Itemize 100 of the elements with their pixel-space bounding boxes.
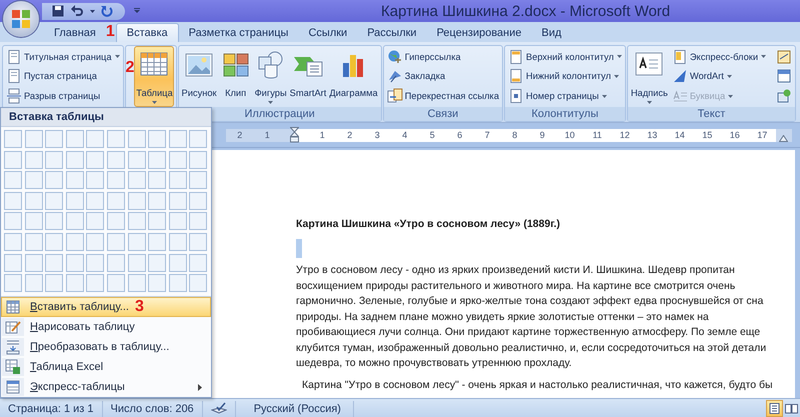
table-grid-cell[interactable] xyxy=(66,150,84,169)
menu-item[interactable]: Преобразовать в таблицу... xyxy=(1,337,211,358)
ribbon-tab[interactable]: Ссылки xyxy=(298,23,358,42)
ribbon-tab[interactable]: Главная xyxy=(44,23,106,42)
table-grid-cell[interactable] xyxy=(24,274,43,292)
table-grid-cell[interactable] xyxy=(106,232,125,251)
table-grid-cell[interactable] xyxy=(128,212,146,230)
ribbon-tab[interactable]: Разметка страницы xyxy=(178,23,298,42)
view-button[interactable] xyxy=(766,400,783,417)
table-grid-cell[interactable] xyxy=(168,274,187,292)
ribbon-button[interactable]: Верхний колонтитул xyxy=(507,47,623,66)
table-grid-cell[interactable] xyxy=(106,150,125,169)
table-grid-cell[interactable] xyxy=(4,274,22,292)
table-grid-cell[interactable] xyxy=(24,254,43,272)
table-grid-cell[interactable] xyxy=(45,130,64,148)
table-grid-cell[interactable] xyxy=(189,130,208,148)
table-grid-cell[interactable] xyxy=(128,274,146,292)
redo-button[interactable] xyxy=(99,4,115,18)
table-grid-cell[interactable] xyxy=(148,171,166,190)
table-grid-cell[interactable] xyxy=(4,254,22,272)
table-grid-cell[interactable] xyxy=(4,192,22,210)
table-grid-cell[interactable] xyxy=(189,192,208,210)
table-grid-cell[interactable] xyxy=(86,150,104,169)
table-grid-cell[interactable] xyxy=(168,232,187,251)
ribbon-button[interactable]: Нижний колонтитул xyxy=(507,66,623,86)
table-grid-cell[interactable] xyxy=(168,130,187,148)
table-grid-cell[interactable] xyxy=(45,192,64,210)
table-grid-cell[interactable] xyxy=(128,192,146,210)
table-grid-cell[interactable] xyxy=(24,212,43,230)
table-grid-cell[interactable] xyxy=(66,192,84,210)
table-grid-cell[interactable] xyxy=(24,130,43,148)
table-grid-cell[interactable] xyxy=(189,212,208,230)
ribbon-tab[interactable]: Вид xyxy=(532,23,572,42)
table-grid-cell[interactable] xyxy=(45,150,64,169)
table-grid-cell[interactable] xyxy=(4,130,22,148)
table-grid-cell[interactable] xyxy=(189,254,208,272)
table-grid-cell[interactable] xyxy=(168,171,187,190)
table-grid-cell[interactable] xyxy=(106,212,125,230)
table-grid-cell[interactable] xyxy=(168,254,187,272)
table-grid-cell[interactable] xyxy=(128,130,146,148)
table-grid-cell[interactable] xyxy=(148,254,166,272)
ribbon-button[interactable]: Таблица xyxy=(134,46,174,107)
table-grid-cell[interactable] xyxy=(24,192,43,210)
ribbon-button[interactable]: Фигуры xyxy=(254,47,288,106)
table-grid-cell[interactable] xyxy=(24,150,43,169)
menu-item[interactable]: Вставить таблицу... 3 xyxy=(1,297,211,318)
table-grid-cell[interactable] xyxy=(4,232,22,251)
table-grid-cell[interactable] xyxy=(4,171,22,190)
table-grid-cell[interactable] xyxy=(86,254,104,272)
table-grid-cell[interactable] xyxy=(45,274,64,292)
menu-item[interactable]: Экспресс-таблицы xyxy=(1,377,211,397)
table-grid-cell[interactable] xyxy=(86,232,104,251)
table-grid-cell[interactable] xyxy=(128,254,146,272)
language-button[interactable]: Русский (Россия) xyxy=(236,400,354,416)
ribbon-button[interactable]: Диаграмма xyxy=(328,47,379,106)
save-button[interactable] xyxy=(50,4,66,18)
table-grid-cell[interactable] xyxy=(24,232,43,251)
table-grid-cell[interactable] xyxy=(66,212,84,230)
ribbon-tab[interactable]: Рецензирование xyxy=(426,23,532,42)
table-grid-cell[interactable] xyxy=(128,150,146,169)
table-grid-cell[interactable] xyxy=(189,150,208,169)
ribbon-button[interactable]: Гиперссылка xyxy=(386,47,500,66)
ribbon-tab[interactable]: Рассылки xyxy=(357,23,427,42)
table-grid-cell[interactable] xyxy=(168,212,187,230)
table-grid-cell[interactable] xyxy=(86,130,104,148)
ribbon-tab[interactable]: Вставка xyxy=(116,23,179,42)
table-grid-cell[interactable] xyxy=(189,274,208,292)
ribbon-button[interactable]: Перекрестная ссылка xyxy=(386,86,500,106)
menu-item[interactable]: Таблица Excel xyxy=(1,357,211,378)
ribbon-button[interactable]: SmartArt xyxy=(288,47,328,106)
table-grid-cell[interactable] xyxy=(45,254,64,272)
table-grid-cell[interactable] xyxy=(189,171,208,190)
table-grid-cell[interactable] xyxy=(148,212,166,230)
menu-item[interactable]: Нарисовать таблицу xyxy=(1,317,211,338)
table-grid-cell[interactable] xyxy=(45,212,64,230)
ribbon-button[interactable]: WordArt xyxy=(670,66,768,86)
undo-button[interactable] xyxy=(69,4,85,18)
table-grid-cell[interactable] xyxy=(106,130,125,148)
table-grid-cell[interactable] xyxy=(45,171,64,190)
table-grid-cell[interactable] xyxy=(66,274,84,292)
table-grid-cell[interactable] xyxy=(128,171,146,190)
ribbon-button[interactable]: Разрыв страницы xyxy=(5,86,121,106)
table-grid-cell[interactable] xyxy=(106,171,125,190)
ribbon-button[interactable]: Закладка xyxy=(386,66,500,86)
table-grid-cell[interactable] xyxy=(4,150,22,169)
table-grid-cell[interactable] xyxy=(86,212,104,230)
ribbon-button[interactable]: Пустая страница xyxy=(5,66,121,86)
ribbon-button[interactable]: Титульная страница xyxy=(5,47,121,66)
table-grid-cell[interactable] xyxy=(86,274,104,292)
table-grid-cell[interactable] xyxy=(86,192,104,210)
table-grid-cell[interactable] xyxy=(24,171,43,190)
table-grid-cell[interactable] xyxy=(148,274,166,292)
table-grid-cell[interactable] xyxy=(106,192,125,210)
ribbon-button[interactable]: Надпись xyxy=(630,47,669,106)
table-grid-cell[interactable] xyxy=(148,130,166,148)
ribbon-button[interactable]: Клип xyxy=(218,47,253,106)
table-grid-cell[interactable] xyxy=(168,192,187,210)
table-grid-cell[interactable] xyxy=(66,232,84,251)
table-grid-cell[interactable] xyxy=(4,212,22,230)
table-grid-cell[interactable] xyxy=(148,232,166,251)
